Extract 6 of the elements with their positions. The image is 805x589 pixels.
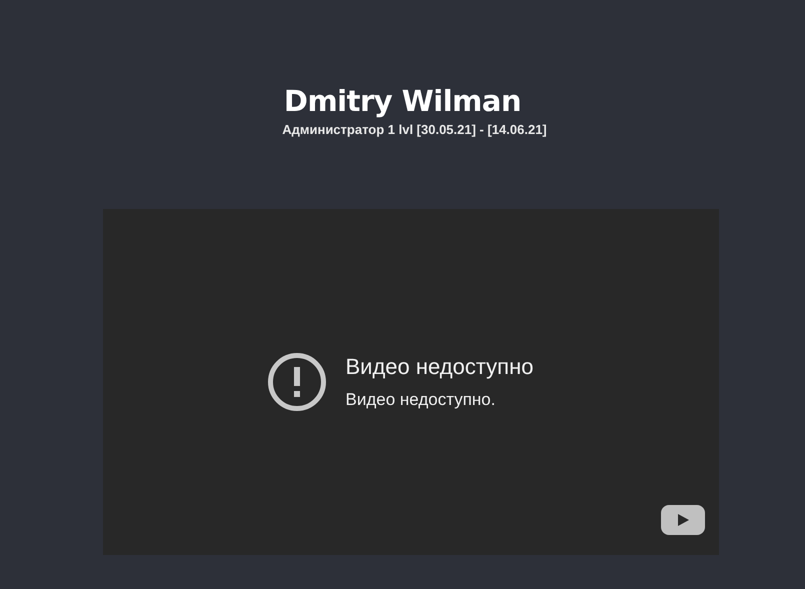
user-name: Dmitry Wilman <box>284 84 522 118</box>
error-title: Видео недоступно <box>346 353 534 381</box>
warning-icon <box>268 353 326 411</box>
play-logo-icon[interactable] <box>660 505 704 535</box>
user-role: Администратор 1 lvl [30.05.21] - [14.06.21] <box>282 122 547 138</box>
error-message: Видео недоступно. <box>346 389 496 411</box>
